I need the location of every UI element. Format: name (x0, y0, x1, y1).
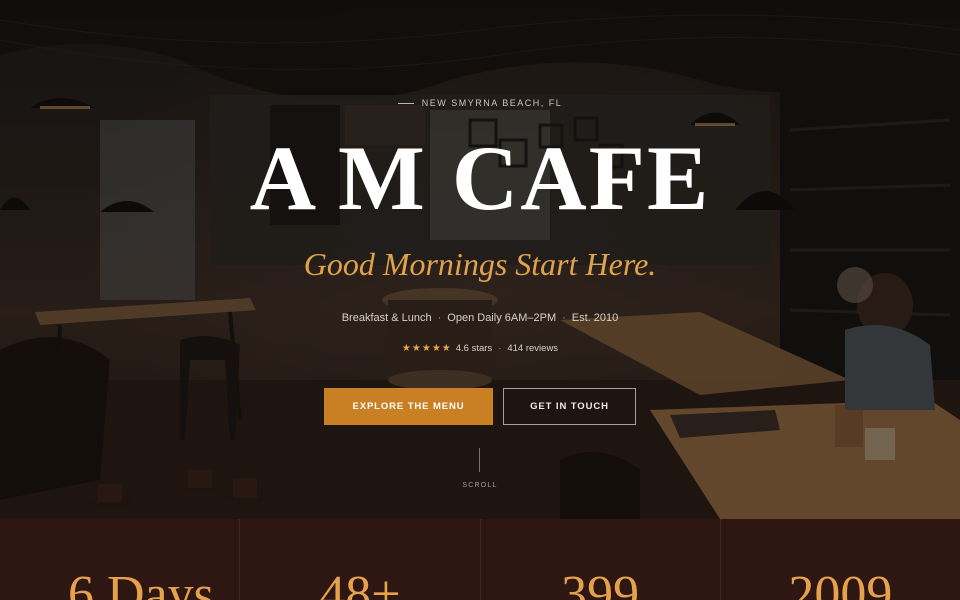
separator-dot: · (498, 343, 502, 354)
hours-info: Breakfast & Lunch · Open Daily 6AM–2PM · Est… (0, 312, 960, 324)
established-label: Est. 2010 (571, 312, 619, 324)
cafe-title: A M CAFE (249, 127, 711, 229)
scroll-indicator-line (479, 448, 480, 472)
stat-value: 399 (561, 566, 640, 600)
separator-dot: · (562, 312, 566, 324)
review-count: 414 reviews (507, 343, 559, 354)
separator-dot: · (437, 312, 442, 324)
location-eyebrow: NEW SMYRNA BEACH, FL (0, 98, 960, 108)
hours-label: Open Daily 6AM–2PM (447, 312, 557, 324)
scroll-label[interactable]: SCROLL (0, 482, 960, 489)
hero-section: NEW SMYRNA BEACH, FL A M CAFE Good Morni… (0, 0, 960, 519)
rating-value: 4.6 stars (455, 343, 493, 354)
eyebrow-rule (397, 103, 414, 105)
service-label: Breakfast & Lunch (341, 312, 432, 324)
get-in-touch-button[interactable]: GET IN TOUCH (503, 388, 636, 425)
stat-item: 6 Days (0, 519, 241, 600)
explore-menu-button[interactable]: EXPLORE THE MENU (324, 388, 493, 425)
stat-item: 399 (481, 519, 721, 600)
tagline: Good Mornings Start Here. (303, 246, 657, 282)
stat-value: 6 Days (68, 566, 214, 600)
location-label: NEW SMYRNA BEACH, FL (421, 98, 563, 108)
stat-item: 48+ (240, 519, 481, 600)
stat-value: 48+ (319, 566, 401, 600)
rating-summary: ★★★★★ 4.6 stars · 414 reviews (0, 343, 960, 354)
stats-bar: 6 Days 48+ 399 2009 (0, 519, 960, 600)
star-rating-icon: ★★★★★ (401, 343, 452, 354)
stat-value: 2009 (788, 566, 893, 600)
stat-item: 2009 (721, 519, 960, 600)
